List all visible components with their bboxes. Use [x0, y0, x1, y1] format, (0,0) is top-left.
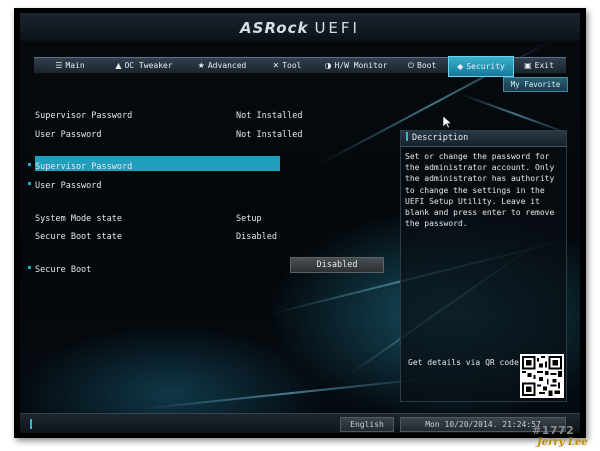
author-signature: Jerry Lee — [537, 437, 588, 448]
shield-icon: ◆ — [457, 62, 464, 71]
menu-item-label: Supervisor Password — [35, 162, 133, 172]
state-value: Setup — [236, 214, 262, 224]
description-panel: Description Set or change the password f… — [400, 130, 567, 402]
tab-label: Tool — [282, 61, 302, 70]
product-name: UEFI — [314, 19, 360, 37]
secure-boot-select[interactable]: Disabled — [290, 257, 384, 273]
status-accent-icon — [30, 419, 32, 429]
qr-label: Get details via QR code — [408, 358, 519, 367]
qr-code-icon — [520, 354, 564, 398]
info-label: Supervisor Password — [35, 111, 133, 121]
tab-exit[interactable]: ▣ Exit — [516, 58, 562, 73]
bullet-icon — [28, 266, 31, 269]
state-value: Disabled — [236, 232, 277, 242]
description-header: Description — [401, 131, 566, 147]
tab-label: Advanced — [207, 61, 247, 70]
info-value: Not Installed — [236, 130, 303, 140]
brand-name: ASRock — [240, 19, 309, 37]
tab-oc-tweaker[interactable]: ▲ OC Tweaker — [104, 58, 184, 73]
my-favorite-button[interactable]: My Favorite — [503, 77, 568, 92]
tab-security[interactable]: ◆ Security — [448, 56, 514, 77]
tab-boot[interactable]: ⏻ Boot — [398, 58, 446, 73]
description-text: Set or change the password for the admin… — [405, 152, 555, 229]
star-icon: ★ — [197, 61, 205, 70]
light-streak — [139, 376, 439, 410]
tab-label: H/W Monitor — [334, 61, 388, 70]
description-title: Description — [412, 133, 469, 143]
monitor-icon: ◑ — [324, 61, 332, 70]
tab-tool[interactable]: ✕ Tool — [260, 58, 314, 73]
tab-label: Boot — [417, 61, 437, 70]
power-icon: ⏻ — [407, 61, 415, 70]
info-label: User Password — [35, 130, 102, 140]
bullet-icon — [28, 163, 31, 166]
accent-bar-icon — [406, 132, 408, 141]
language-button[interactable]: English — [340, 417, 394, 432]
asrock-uefi-logo: ASRock UEFI — [20, 19, 580, 37]
status-bar: English Mon 10/20/2014. 21:24:57 — [20, 413, 580, 433]
mouse-cursor-icon — [443, 116, 452, 129]
info-value: Not Installed — [236, 111, 303, 121]
menu-item-user-password[interactable]: User Password — [35, 181, 102, 191]
tab-label: Main — [65, 61, 85, 70]
tab-main[interactable]: ☰ Main — [40, 58, 100, 73]
watermark-number: #1772 — [532, 424, 575, 437]
screenshot-frame: ASRock UEFI ☰ Main ▲ OC Tweaker ★ Advanced ✕… — [14, 8, 586, 438]
tab-hw-monitor[interactable]: ◑ H/W Monitor — [316, 58, 396, 73]
main-tab-bar: ☰ Main ▲ OC Tweaker ★ Advanced ✕ Tool ◑ H/W M… — [34, 56, 566, 77]
tab-label: Exit — [534, 61, 554, 70]
state-label: System Mode state — [35, 214, 122, 224]
tool-icon: ✕ — [272, 61, 280, 70]
bullet-icon — [28, 182, 31, 185]
exit-icon: ▣ — [524, 61, 532, 70]
uefi-screen: ASRock UEFI ☰ Main ▲ OC Tweaker ★ Advanced ✕… — [20, 13, 580, 433]
tab-label: Security — [466, 62, 505, 71]
tab-advanced[interactable]: ★ Advanced — [186, 58, 258, 73]
state-label: Secure Boot state — [35, 232, 122, 242]
list-icon: ☰ — [55, 61, 63, 70]
tab-label: OC Tweaker — [124, 61, 173, 70]
rocket-icon: ▲ — [115, 61, 122, 70]
title-bar: ASRock UEFI — [20, 13, 580, 41]
secure-boot-label: Secure Boot — [35, 265, 92, 275]
